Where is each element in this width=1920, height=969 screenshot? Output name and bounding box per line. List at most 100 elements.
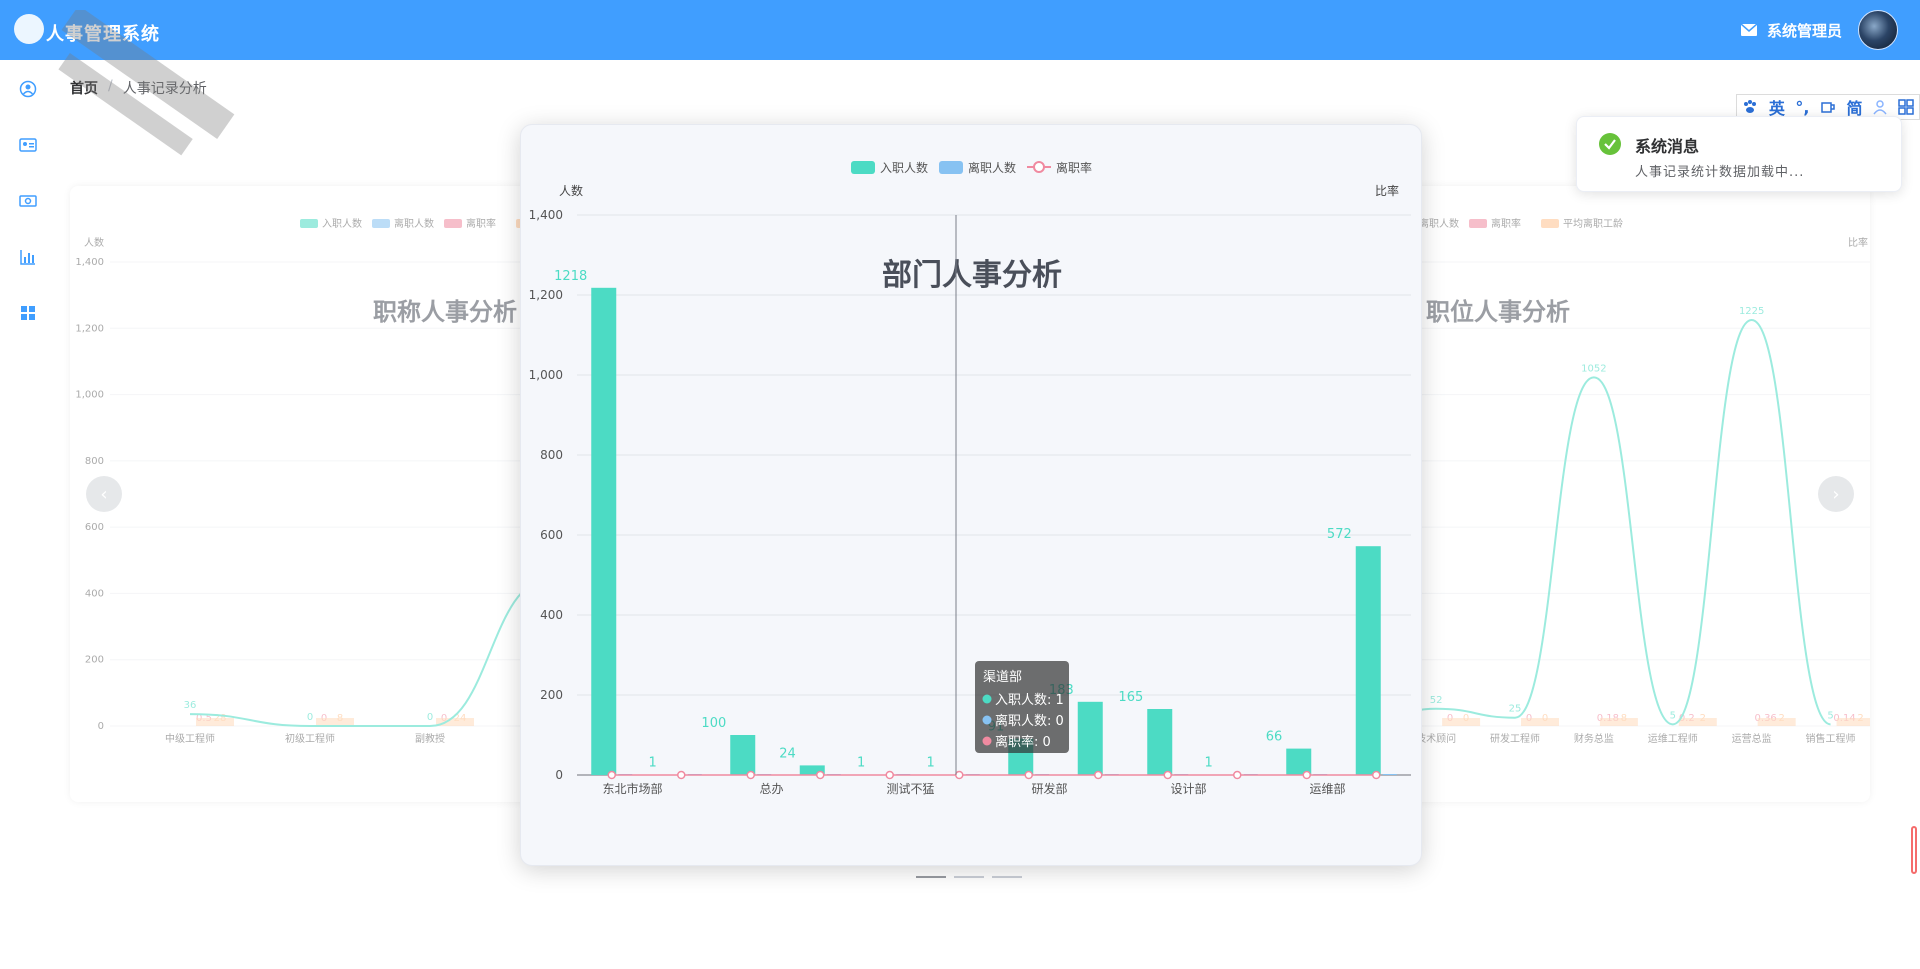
top-right-area: 系统管理员 xyxy=(1740,8,1898,52)
bar-hire xyxy=(591,287,617,775)
rate-point xyxy=(1302,770,1311,780)
side-y-title: 人数 xyxy=(84,236,104,249)
tooltip-marker xyxy=(982,736,992,746)
paw-icon[interactable] xyxy=(1742,99,1758,115)
toast-message: 人事记录统计数据加载中... xyxy=(1635,165,1805,180)
side-legend-label: 入职人数 xyxy=(322,217,362,230)
y-tick-label: 0 xyxy=(555,768,563,782)
rate-point xyxy=(1024,770,1033,780)
side-legend-label: 离职人数 xyxy=(394,217,434,230)
bar-hire-label: 165 xyxy=(1118,690,1143,705)
side-legend-label: 离职率 xyxy=(466,217,496,230)
y-tick-label: 800 xyxy=(540,448,563,462)
y-tick-label: 600 xyxy=(540,528,563,542)
side-x-tick: 运维工程师 xyxy=(1648,732,1698,745)
side-hire-label: 0 xyxy=(307,712,313,723)
carousel-next-button[interactable]: › xyxy=(1818,476,1854,512)
side-hire-label: 0 xyxy=(427,712,433,723)
toast-title: 系统消息 xyxy=(1635,137,1700,156)
side-y-tick: 600 xyxy=(85,522,104,533)
side-x-tick: 研发工程师 xyxy=(1490,732,1540,745)
admin-username[interactable]: 系统管理员 xyxy=(1767,20,1842,41)
side-x-tick: 初级工程师 xyxy=(285,732,335,745)
user-icon[interactable] xyxy=(19,80,37,98)
legend-marker-2 xyxy=(1033,161,1045,173)
avatar[interactable] xyxy=(1858,10,1898,50)
cup-icon[interactable] xyxy=(1820,99,1836,115)
side-nav xyxy=(0,60,56,969)
side-legend-swatch xyxy=(300,219,318,228)
tooltip-row: 入职人数: 1 xyxy=(995,693,1064,708)
side-tenure-bar xyxy=(1442,718,1481,726)
carousel-indicator-2[interactable] xyxy=(954,876,984,878)
side-legend-swatch xyxy=(1469,219,1487,228)
side-y-tick: 200 xyxy=(85,655,104,666)
user-outline-icon[interactable] xyxy=(1873,99,1887,115)
bar-hire-label: 1 xyxy=(1204,756,1212,771)
bar-hire-label: 1 xyxy=(648,756,656,771)
rate-point xyxy=(1233,770,1242,780)
success-icon xyxy=(1599,133,1621,155)
tooltip-row: 离职率: 0 xyxy=(995,734,1051,750)
legend-swatch-0 xyxy=(851,161,875,174)
side-x-tick: 销售工程师 xyxy=(1806,732,1856,745)
scrollbar-thumb[interactable] xyxy=(1911,826,1917,874)
y-axis-title: 人数 xyxy=(559,183,583,198)
money-icon[interactable] xyxy=(19,192,37,210)
bar-chart-icon[interactable] xyxy=(19,248,37,266)
side-legend-label: 平均离职工龄 xyxy=(1563,217,1623,230)
mail-icon[interactable] xyxy=(1740,24,1757,36)
rate-point xyxy=(1094,770,1103,780)
windows-icon[interactable] xyxy=(19,304,37,322)
department-chart-card: 入职人数 离职人数 离职率 人数 比率 部门人事分析 1,400 1,200 1,000 800 6… xyxy=(520,124,1422,866)
grid-icon[interactable] xyxy=(1897,99,1914,115)
x-tick-label: 运维部 xyxy=(1309,781,1345,796)
id-card-icon[interactable] xyxy=(19,136,37,154)
rate-point xyxy=(1163,770,1172,780)
rate-point xyxy=(955,770,964,780)
bar-hire xyxy=(1147,709,1173,775)
side-tenure-bar xyxy=(1599,718,1638,726)
app-title: 人事管理系统 xyxy=(46,24,160,45)
side-hire-label: 1052 xyxy=(1581,363,1606,374)
bar-hire-label: 1 xyxy=(926,756,934,771)
side-tenure-bar xyxy=(1678,718,1717,726)
bar-hire xyxy=(1355,546,1381,775)
legend-label: 离职人数 xyxy=(968,160,1016,175)
punctuation-icon[interactable]: °, xyxy=(1795,98,1809,117)
legend-swatch-1 xyxy=(939,161,963,174)
breadcrumb: 首页 / 人事记录分析 xyxy=(70,78,207,98)
tooltip-marker xyxy=(982,715,992,725)
breadcrumb-home[interactable]: 首页 xyxy=(70,78,98,98)
side-tenure-bar xyxy=(1757,718,1796,726)
tooltip-row: 离职人数: 0 xyxy=(995,713,1064,729)
x-tick-label: 测试不猛 xyxy=(886,781,934,796)
side-legend-label: 离职人数 xyxy=(1419,217,1459,230)
side-y-tick: 0 xyxy=(98,721,104,732)
bar-hire-label: 1218 xyxy=(554,269,587,284)
side-x-tick: 财务总监 xyxy=(1574,732,1614,745)
side-hire-label: 36 xyxy=(184,700,197,711)
notification-toast: 系统消息 人事记录统计数据加载中... xyxy=(1576,116,1902,192)
side-chart-title: 职称人事分析 xyxy=(373,298,517,326)
y-tick-label: 1,000 xyxy=(529,368,563,382)
breadcrumb-current: 人事记录分析 xyxy=(122,81,207,97)
carousel-indicator-1[interactable] xyxy=(916,876,946,878)
bar-leave xyxy=(1382,774,1397,775)
tooltip-marker xyxy=(982,694,992,704)
side-hire-label: 5 xyxy=(1670,710,1676,721)
bar-hire-label: 1 xyxy=(857,756,865,771)
y-tick-label: 1,200 xyxy=(529,288,563,302)
y-tick-label: 1,400 xyxy=(529,208,563,222)
side-legend-swatch xyxy=(1541,219,1559,228)
chart-title: 部门人事分析 xyxy=(882,258,1062,293)
top-bar: 人事管理系统 系统管理员 xyxy=(0,0,1920,60)
department-chart: 入职人数 离职人数 离职率人数 比率部门人事分析 1,400 1,200 1,000 800 6… xyxy=(529,160,1411,796)
y-tick-label: 400 xyxy=(540,608,563,622)
side-y-tick: 800 xyxy=(85,456,104,467)
carousel-indicator-3[interactable] xyxy=(992,876,1022,878)
carousel-prev-button[interactable]: ‹ xyxy=(86,476,122,512)
side-chart-title: 职位人事分析 xyxy=(1426,298,1570,326)
bar-hire xyxy=(1077,701,1103,775)
bar-hire-label: 572 xyxy=(1327,527,1352,542)
